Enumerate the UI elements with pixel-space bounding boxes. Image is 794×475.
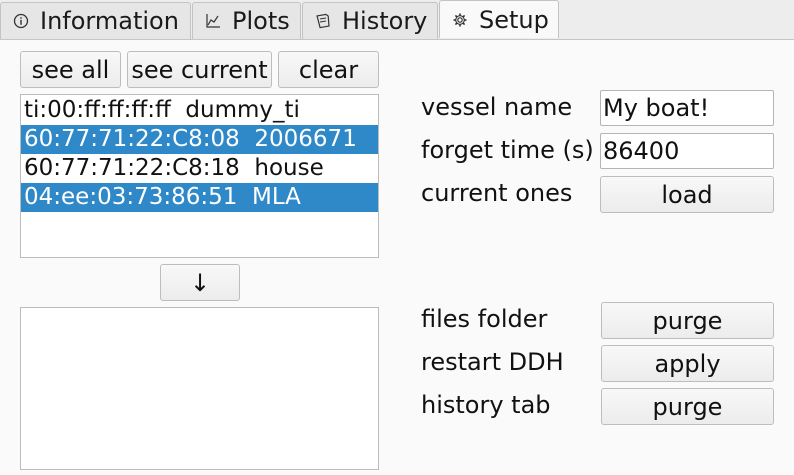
see-all-button[interactable]: see all (20, 51, 121, 88)
setup-panel: see all see current clear ti:00:ff:ff:ff… (0, 39, 794, 475)
list-item[interactable]: 60:77:71:22:C8:08 2006671 (21, 125, 378, 154)
purge-files-button[interactable]: purge (601, 302, 774, 339)
list-item[interactable]: ti:00:ff:ff:ff:ff dummy_ti (21, 96, 378, 125)
device-list[interactable]: ti:00:ff:ff:ff:ff dummy_ti 60:77:71:22:C… (20, 94, 379, 258)
load-button[interactable]: load (600, 176, 774, 213)
vessel-name-label: vessel name (421, 93, 573, 121)
current-ones-label: current ones (421, 179, 573, 207)
apply-button[interactable]: apply (601, 345, 774, 382)
purge-history-button[interactable]: purge (601, 388, 774, 425)
forget-time-field[interactable]: 86400 (600, 133, 774, 169)
chart-icon (203, 11, 223, 31)
vessel-name-field[interactable]: My boat! (600, 90, 774, 126)
tab-information[interactable]: Information (0, 2, 191, 39)
selected-device-list[interactable] (20, 307, 379, 470)
tab-information-label: Information (40, 7, 179, 35)
history-tab-label: history tab (421, 391, 551, 419)
tab-setup-label: Setup (479, 5, 549, 34)
restart-ddh-label: restart DDH (421, 348, 564, 376)
info-icon (11, 11, 31, 31)
forget-time-label: forget time (s) (421, 136, 594, 164)
see-current-button[interactable]: see current (127, 51, 272, 88)
files-folder-label: files folder (421, 305, 548, 333)
clear-button[interactable]: clear (278, 51, 379, 88)
tab-setup[interactable]: Setup (439, 0, 559, 38)
list-item[interactable]: 04:ee:03:73:86:51 MLA (21, 183, 378, 212)
tab-history[interactable]: History (302, 2, 438, 39)
history-icon (313, 11, 333, 31)
tab-plots[interactable]: Plots (192, 2, 301, 39)
list-item[interactable]: 60:77:71:22:C8:18 house (21, 154, 378, 183)
tab-history-label: History (342, 7, 428, 35)
tab-plots-label: Plots (232, 7, 290, 35)
move-down-button[interactable]: ↓ (160, 264, 240, 301)
gear-icon (450, 10, 470, 30)
